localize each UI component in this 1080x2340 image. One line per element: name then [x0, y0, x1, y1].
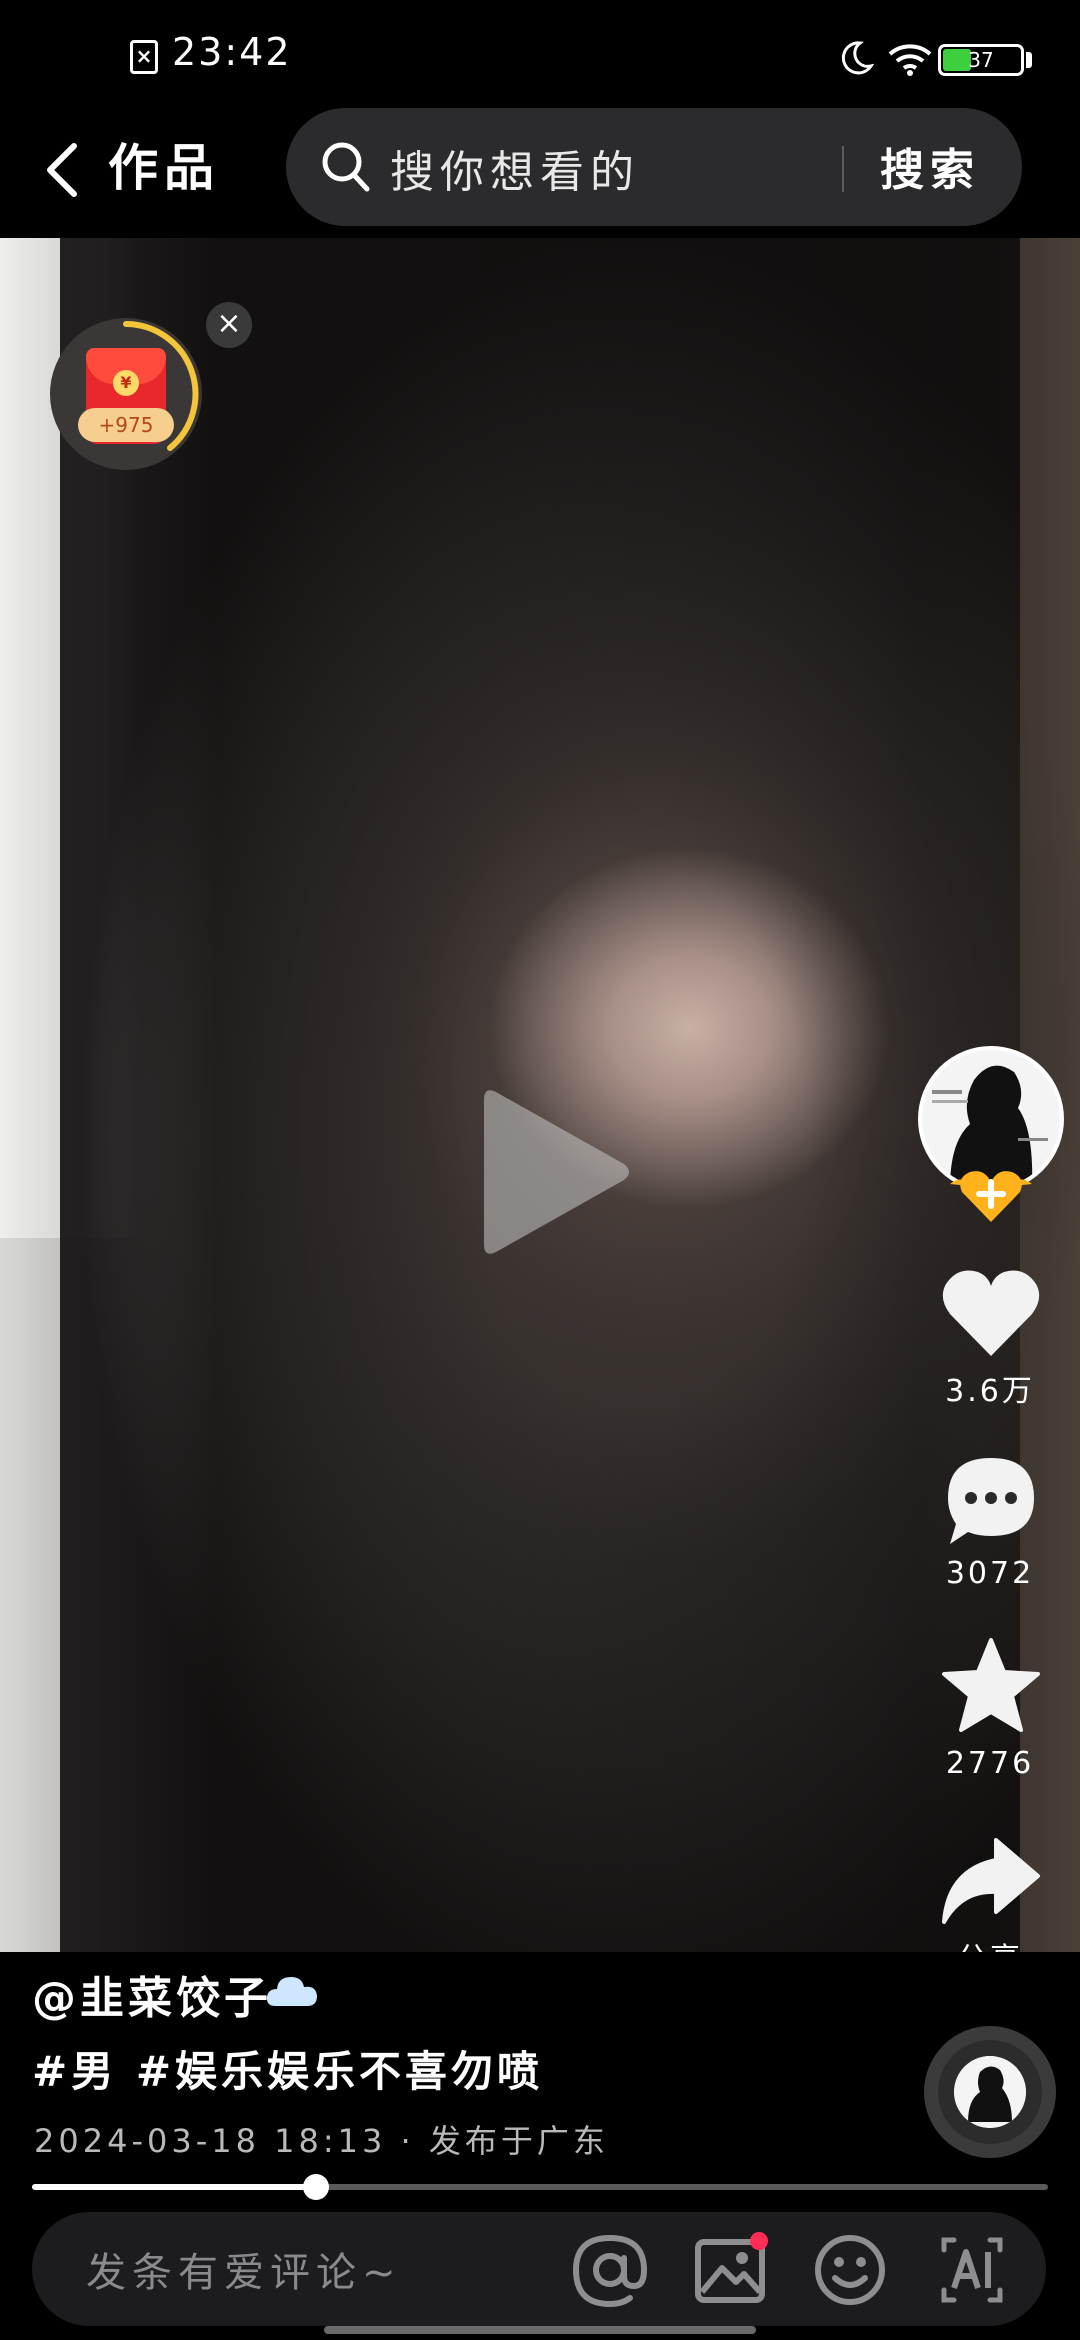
wifi-icon: [888, 44, 932, 76]
comment-input[interactable]: 发条有爱评论~: [86, 2240, 402, 2298]
share-arrow-icon[interactable]: [938, 1832, 1044, 1932]
red-packet-reward: +975: [78, 408, 174, 442]
video-progress-fill: [32, 2184, 316, 2190]
post-hashtags[interactable]: #男 #娱乐娱乐不喜勿喷: [32, 2038, 543, 2099]
music-disc-avatar: [954, 2056, 1026, 2128]
battery-level: 37: [968, 48, 994, 72]
play-icon[interactable]: [476, 1080, 636, 1264]
search-icon: [322, 142, 370, 192]
moon-icon: [841, 41, 874, 75]
back-arrow-icon[interactable]: [40, 140, 84, 200]
favorite-count: 2776: [945, 1746, 1035, 1781]
like-count: 3.6万: [945, 1374, 1035, 1409]
emoji-icon[interactable]: [808, 2228, 892, 2312]
search-divider: [842, 146, 844, 192]
publish-info: 2024-03-18 18:13 · 发布于广东: [34, 2122, 609, 2160]
home-indicator: [324, 2326, 756, 2334]
battery-icon: 37: [938, 44, 1024, 76]
mention-at-icon[interactable]: [568, 2228, 652, 2312]
no-sim-icon: ×: [130, 40, 158, 74]
like-heart-icon[interactable]: [938, 1262, 1044, 1362]
comment-count: 3072: [945, 1556, 1035, 1591]
coin-icon: ¥: [113, 370, 139, 396]
follow-button[interactable]: [948, 1164, 1034, 1224]
ai-assistant-icon[interactable]: [930, 2228, 1014, 2312]
page-title: 作品: [108, 139, 220, 197]
search-button[interactable]: 搜索: [880, 134, 980, 198]
close-icon[interactable]: ×: [206, 302, 252, 348]
author-name[interactable]: @韭菜饺子: [32, 1962, 272, 2026]
status-time: 23:42: [172, 30, 292, 74]
notification-dot: [750, 2232, 768, 2250]
cloud-icon: [266, 1977, 317, 2006]
favorite-star-icon[interactable]: [938, 1636, 1044, 1736]
comment-bubble-icon[interactable]: [938, 1452, 1044, 1552]
battery-nub: [1026, 52, 1032, 68]
search-input[interactable]: 搜你想看的: [390, 136, 640, 200]
video-progress-handle[interactable]: [303, 2174, 329, 2200]
